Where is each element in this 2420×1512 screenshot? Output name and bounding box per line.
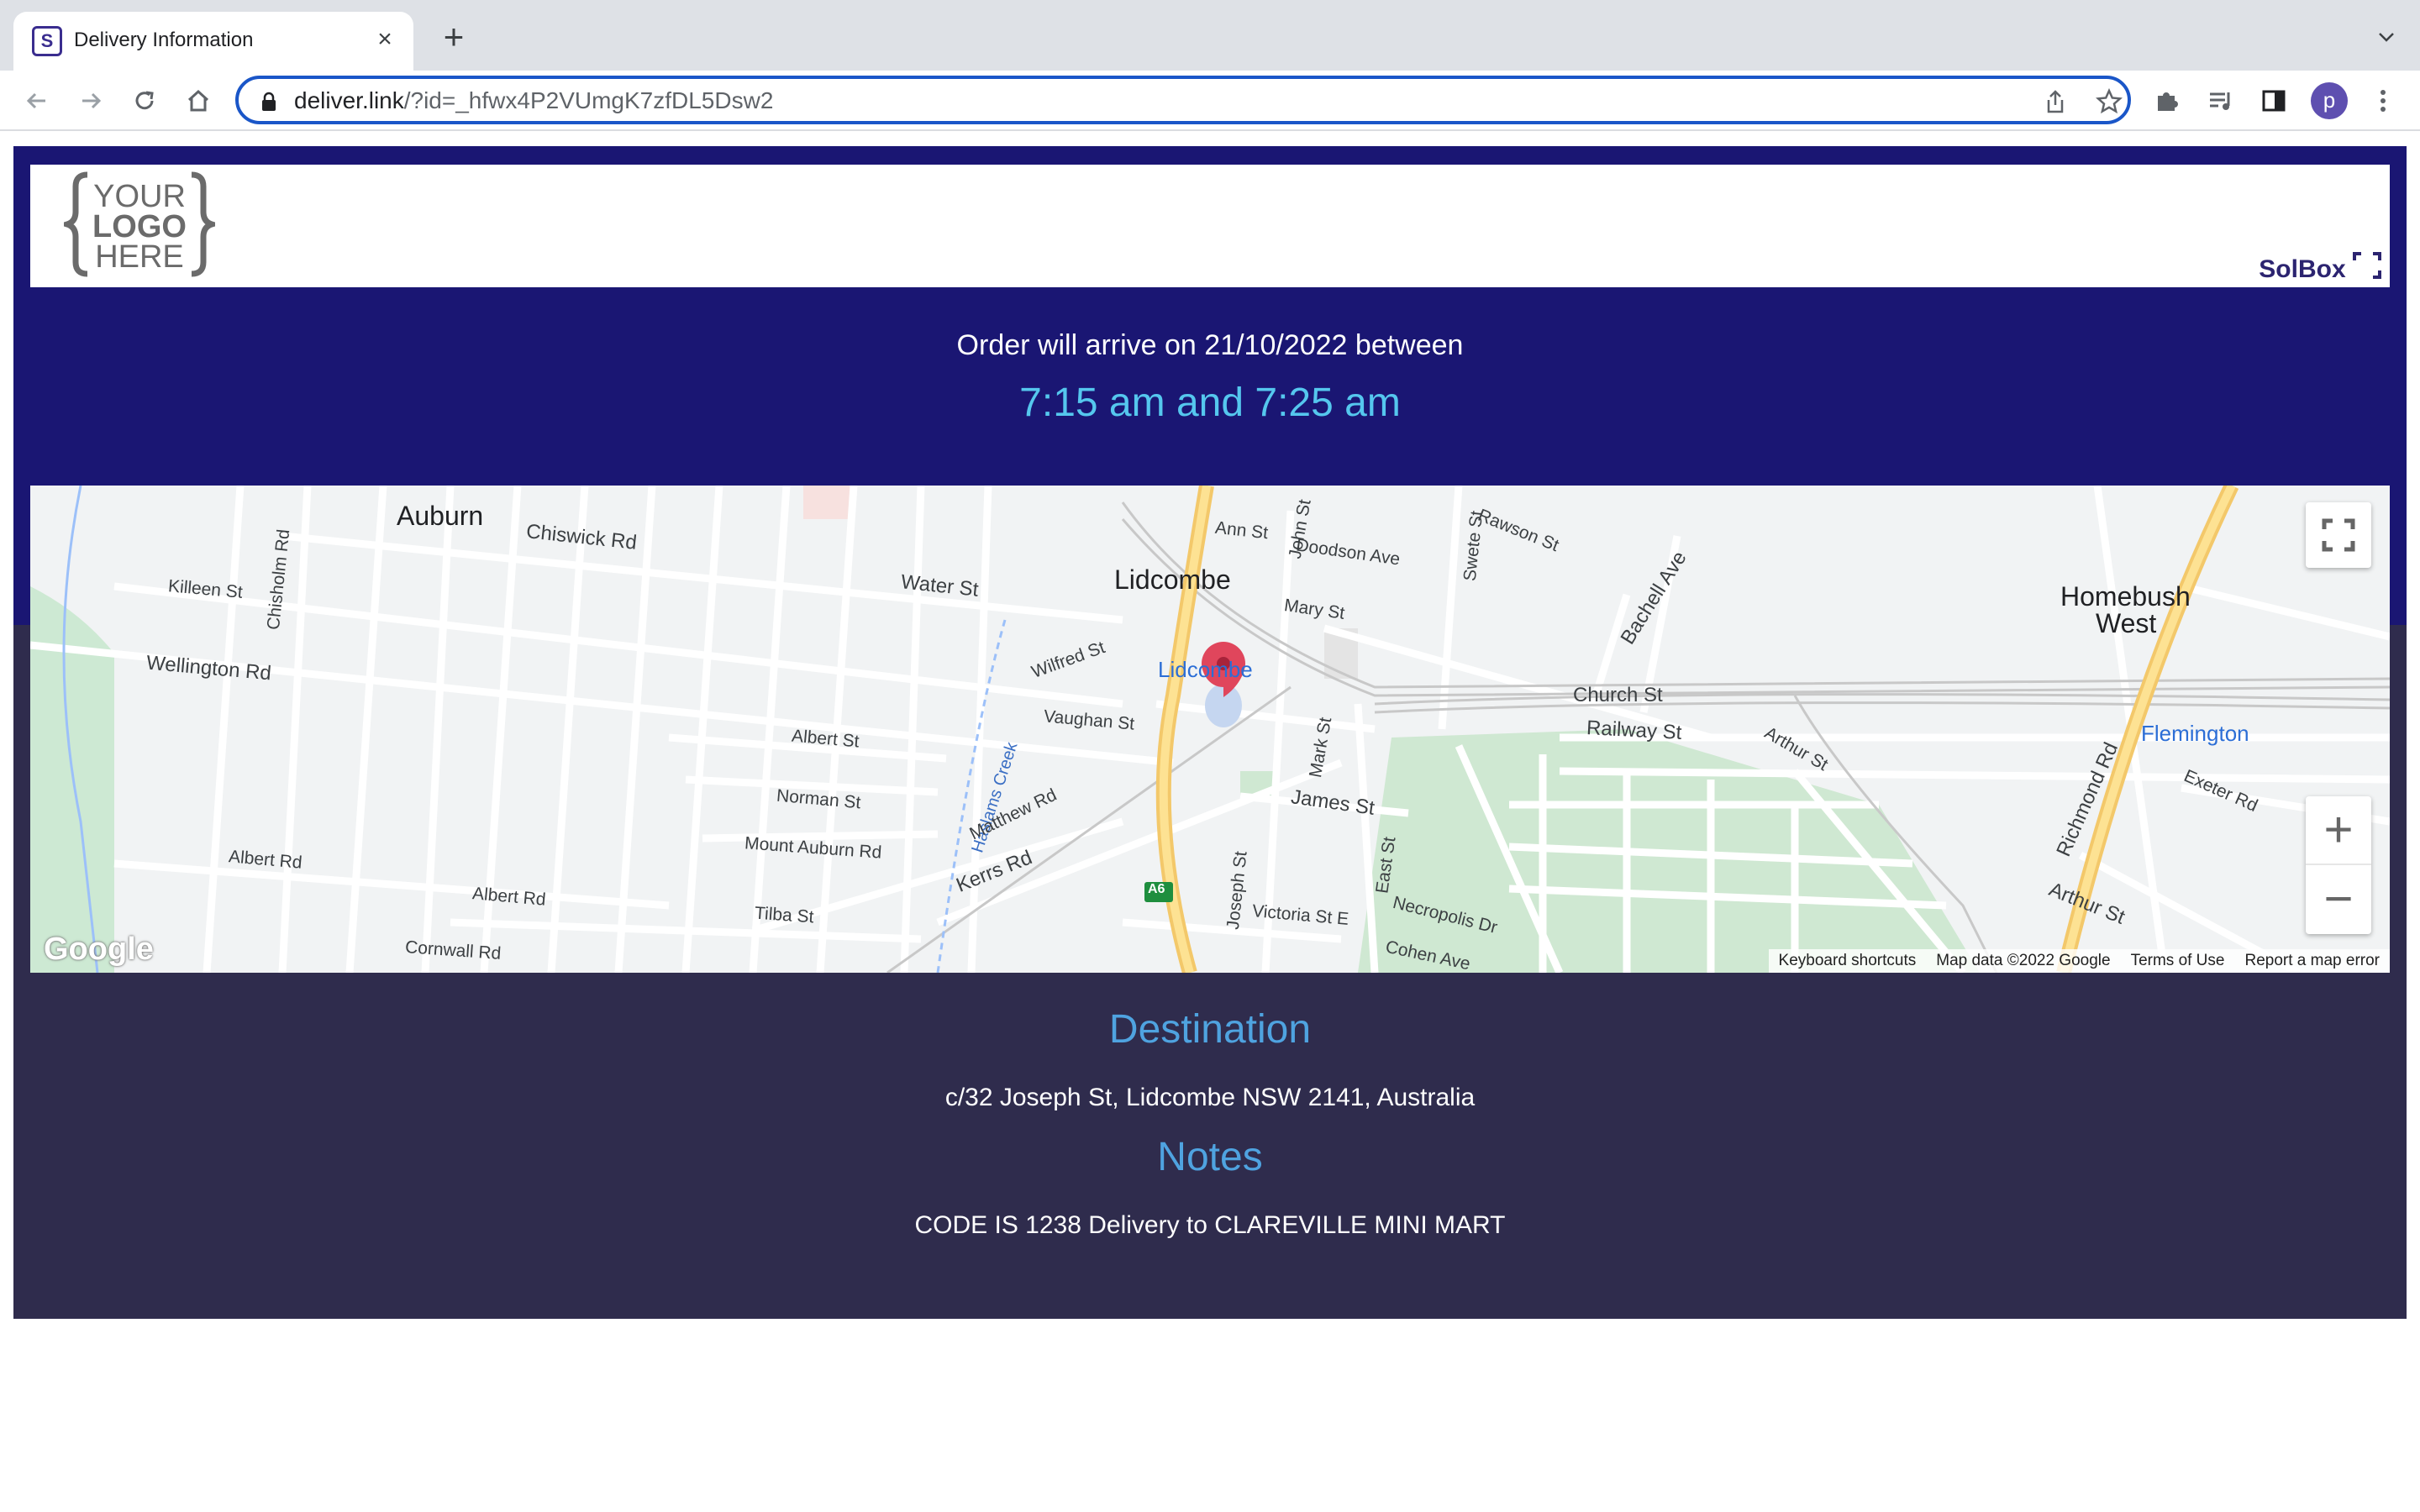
report-map-error-link[interactable]: Report a map error [2234,952,2390,970]
home-icon[interactable] [183,86,213,116]
svg-text:HERE: HERE [95,239,184,275]
tab-strip: S Delivery Information × + [0,0,2420,71]
url-domain: deliver.link [294,87,404,113]
zoom-in-button[interactable]: + [2306,796,2371,865]
zoom-out-button[interactable]: − [2306,865,2371,934]
keyboard-shortcuts-link[interactable]: Keyboard shortcuts [1769,952,1927,970]
map-zoom-control: + − [2306,796,2371,934]
page-header: YOUR LOGO HERE SolBox [30,165,2390,287]
destination-heading: Destination [1108,1007,1312,1052]
street-grid [30,486,2390,973]
map-label-lidcombe: Lidcombe [1114,564,1231,595]
solbox-brand: SolBox [2259,252,2381,284]
browser-toolbar: deliver.link/?id=_hfwx4P2VUmgK7zfDL5Dsw2… [0,71,2420,131]
map-fullscreen-button[interactable] [2306,502,2371,568]
side-panel-icon[interactable] [2259,86,2289,116]
lock-icon[interactable] [260,92,277,112]
tab-delivery-information[interactable]: S Delivery Information × [13,12,413,71]
reload-icon[interactable] [129,86,160,116]
bookmark-star-icon[interactable] [2096,88,2123,115]
map-canvas[interactable] [30,486,2390,973]
delivery-map[interactable]: Auburn Lidcombe Homebush West Lidcombe F… [30,486,2390,973]
tab-title: Delivery Information [74,29,254,51]
url-path: /?id=_hfwx4P2VUmgK7zfDL5Dsw2 [403,87,774,113]
map-label-west: West [2096,608,2157,638]
map-label-auburn: Auburn [397,501,484,531]
fullscreen-icon [2322,518,2355,552]
map-label-lidcombe-station[interactable]: Lidcombe [1158,657,1253,683]
address-bar[interactable]: deliver.link/?id=_hfwx4P2VUmgK7zfDL5Dsw2 [235,76,2131,124]
solbox-favicon-icon: S [32,26,62,56]
media-queue-icon[interactable] [2205,86,2235,116]
kebab-menu-icon[interactable] [2368,86,2398,116]
solbox-text: SolBox [2259,255,2346,283]
profile-avatar[interactable]: p [2311,82,2348,119]
destination-pin-icon [1202,642,1245,727]
new-tab-button[interactable]: + [437,19,471,55]
map-label-street: Tilba St [754,903,815,927]
map-data-text: Map data ©2022 Google [1936,952,2111,969]
share-icon[interactable] [2042,88,2069,115]
forward-arrow-icon[interactable] [76,86,106,116]
arrival-date-text: Order will arrive on 21/10/2022 between [956,329,1464,361]
map-label-a6: A6 [1148,882,1165,896]
google-logo[interactable]: Google [44,932,154,968]
extensions-puzzle-icon[interactable] [2151,86,2181,116]
tab-search-chevron-icon[interactable] [2376,27,2396,47]
map-attribution-bar: Keyboard shortcuts Map data ©2022 Google… [1768,949,2390,973]
destination-address: c/32 Joseph St, Lidcombe NSW 2141, Austr… [944,1084,1476,1111]
arrival-time-window: 7:15 am and 7:25 am [1019,381,1401,425]
hospital-area [803,486,854,519]
back-arrow-icon[interactable] [22,86,52,116]
map-label-street: Church St [1573,684,1663,706]
url-text[interactable]: deliver.link/?id=_hfwx4P2VUmgK7zfDL5Dsw2 [294,87,773,114]
map-label-flemington-station[interactable]: Flemington [2141,721,2249,747]
map-label-street: Railway St [1586,717,1683,744]
close-tab-icon[interactable]: × [371,27,398,54]
notes-heading: Notes [1157,1135,1263,1179]
delivery-page: YOUR LOGO HERE SolBox Order will arrive … [13,146,2407,1319]
your-logo-here-logo: YOUR LOGO HERE [64,171,215,277]
delivery-notes: CODE IS 1238 Delivery to CLAREVILLE MINI… [914,1211,1506,1239]
solbox-mark-icon [2353,252,2381,279]
terms-of-use-link[interactable]: Terms of Use [2121,952,2235,970]
